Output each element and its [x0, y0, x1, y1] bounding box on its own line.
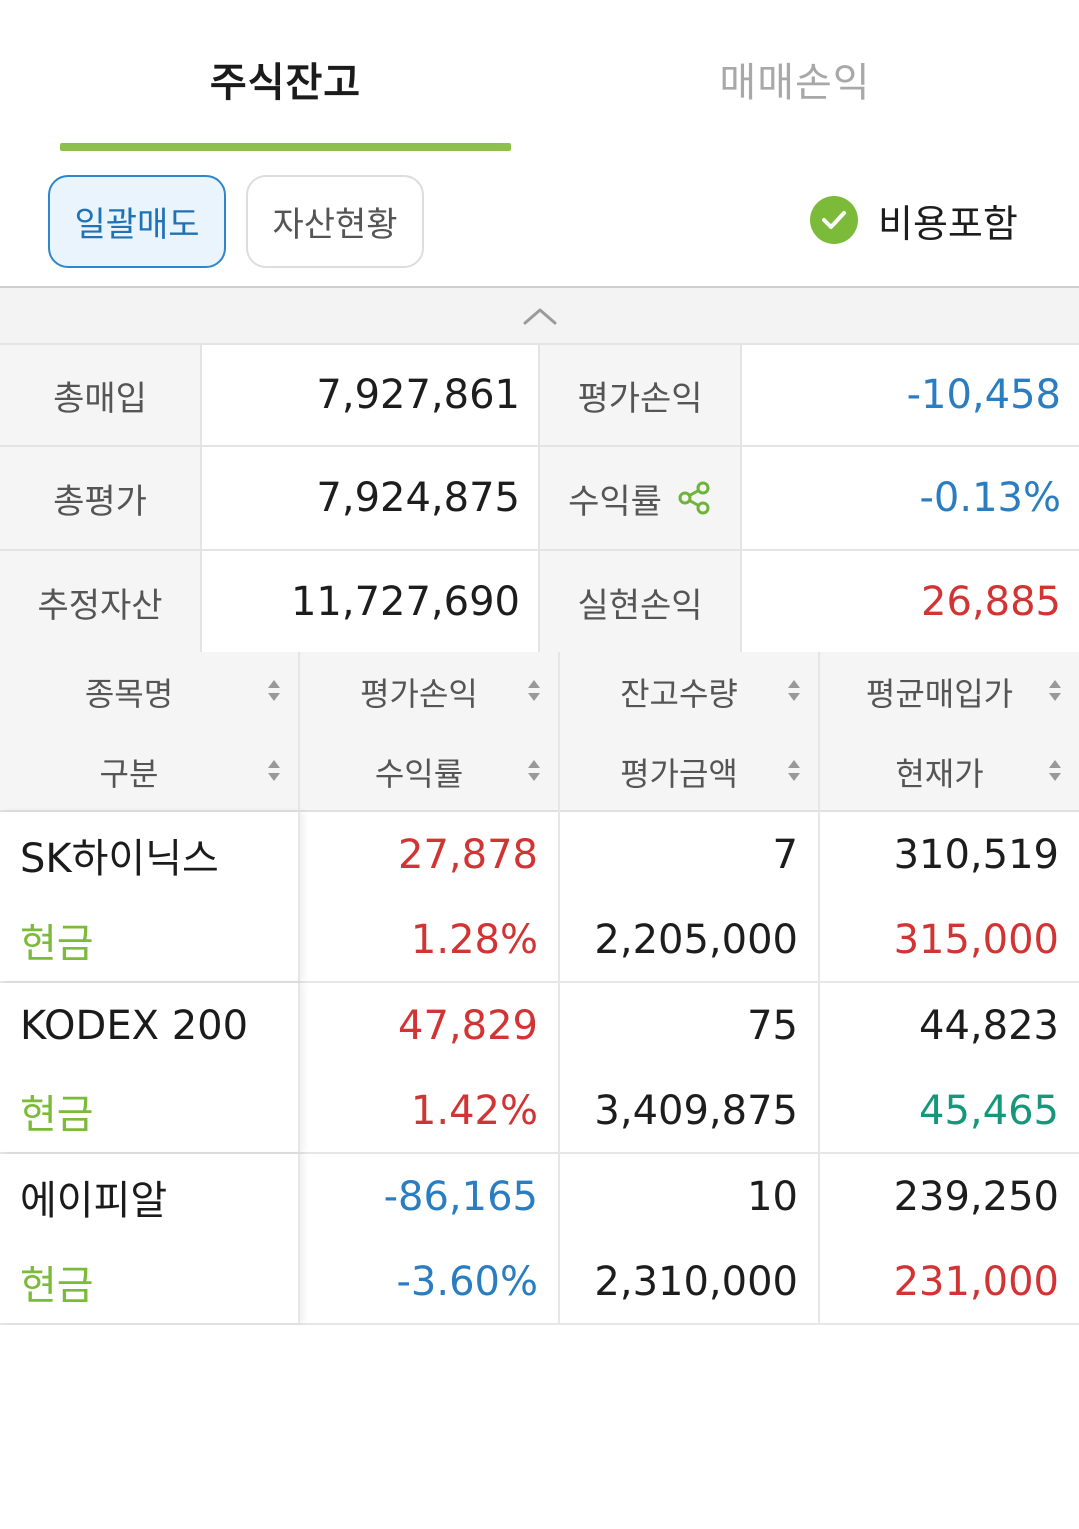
quantity: 10: [747, 1173, 798, 1220]
est-asset-label: 추정자산: [0, 551, 202, 653]
sort-cur-price-header[interactable]: 현재가: [820, 732, 1079, 812]
est-asset-value: 11,727,690: [202, 551, 540, 653]
return-label: 수익률: [568, 481, 662, 522]
stock-name[interactable]: 에이피알: [0, 1154, 298, 1239]
total-purchase-label: 총매입: [0, 345, 202, 445]
table-row[interactable]: SK하이닉스 현금 27,878 1.28% 7 2,205,000 310,5…: [0, 812, 1079, 983]
stock-name-cell: SK하이닉스 현금: [0, 812, 300, 981]
sort-icon: [528, 760, 540, 784]
share-icon[interactable]: [676, 480, 712, 516]
eval-pl-label: 평가손익: [540, 345, 742, 445]
eval-pl: -86,165: [383, 1173, 538, 1220]
quantity: 75: [747, 1002, 798, 1049]
sort-icon: [1049, 760, 1061, 784]
tab-trade-pl[interactable]: 매매손익: [570, 50, 1020, 120]
sort-return-header[interactable]: 수익률: [300, 732, 558, 812]
summary-row: 총평가 7,924,875 수익률 -0.13%: [0, 447, 1079, 551]
active-tab-indicator: [60, 143, 511, 151]
price-cell: 310,519 315,000: [820, 812, 1079, 981]
header-label: 잔고수량: [620, 675, 738, 713]
checkmark-icon: [810, 196, 858, 244]
return-label-cell: 수익률: [540, 447, 742, 549]
sort-icon: [788, 760, 800, 784]
holdings-table-header: 종목명 구분 평가손익 수익률 잔고수량 평가금액 평균매입가 현재가: [0, 652, 1079, 812]
sort-icon: [1049, 680, 1061, 704]
avg-price: 310,519: [893, 831, 1059, 878]
eval-amount: 3,409,875: [594, 1087, 798, 1134]
sort-name-header[interactable]: 종목명: [0, 652, 298, 732]
price-cell: 44,823 45,465: [820, 983, 1079, 1152]
stock-name[interactable]: SK하이닉스: [0, 812, 298, 897]
account-type: 현금: [20, 1091, 94, 1138]
total-purchase-value: 7,927,861: [202, 345, 540, 445]
header-label: 평균매입가: [865, 675, 1014, 713]
realized-pl-value: 26,885: [921, 579, 1061, 625]
return-rate: 1.42%: [410, 1087, 538, 1134]
sort-icon: [788, 680, 800, 704]
include-fee-label: 비용포함: [878, 201, 1018, 246]
chevron-up-icon: [523, 308, 556, 324]
qty-cell: 10 2,310,000: [560, 1154, 820, 1323]
eval-amount: 2,205,000: [594, 916, 798, 963]
current-price: 231,000: [893, 1258, 1059, 1305]
tab-stock-balance[interactable]: 주식잔고: [60, 50, 511, 120]
sort-icon: [268, 680, 280, 704]
asset-status-button[interactable]: 자산현황: [246, 175, 424, 268]
stock-name[interactable]: KODEX 200: [0, 983, 298, 1068]
eval-pl-value: -10,458: [906, 372, 1061, 418]
sort-qty-header[interactable]: 잔고수량: [560, 652, 818, 732]
eval-pl: 47,829: [398, 1002, 538, 1049]
header-col-qty: 잔고수량 평가금액: [560, 652, 820, 812]
sort-type-header[interactable]: 구분: [0, 732, 298, 812]
sort-avg-price-header[interactable]: 평균매입가: [820, 652, 1079, 732]
table-row[interactable]: KODEX 200 현금 47,829 1.42% 75 3,409,875 4…: [0, 983, 1079, 1154]
account-summary: 총매입 7,927,861 평가손익 -10,458 총평가 7,924,875…: [0, 343, 1079, 655]
avg-price: 44,823: [919, 1002, 1059, 1049]
return-value: -0.13%: [919, 475, 1061, 521]
summary-collapse-toggle[interactable]: [0, 286, 1079, 343]
tab-bar: 주식잔고 매매손익: [0, 0, 1079, 152]
header-label: 구분: [99, 755, 159, 793]
header-label: 평가금액: [620, 755, 738, 793]
qty-cell: 75 3,409,875: [560, 983, 820, 1152]
realized-pl-label: 실현손익: [540, 551, 742, 653]
stock-name-cell: KODEX 200 현금: [0, 983, 300, 1152]
current-price: 315,000: [893, 916, 1059, 963]
header-label: 종목명: [84, 675, 174, 713]
pl-cell: 27,878 1.28%: [300, 812, 560, 981]
header-col-name: 종목명 구분: [0, 652, 300, 812]
total-eval-value: 7,924,875: [202, 447, 540, 549]
pl-cell: 47,829 1.42%: [300, 983, 560, 1152]
header-label: 평가손익: [360, 675, 478, 713]
qty-cell: 7 2,205,000: [560, 812, 820, 981]
stock-name-cell: 에이피알 현금: [0, 1154, 300, 1323]
sort-eval-amount-header[interactable]: 평가금액: [560, 732, 818, 812]
pl-cell: -86,165 -3.60%: [300, 1154, 560, 1323]
quantity: 7: [772, 831, 798, 878]
avg-price: 239,250: [893, 1173, 1059, 1220]
summary-row: 추정자산 11,727,690 실현손익 26,885: [0, 551, 1079, 655]
header-label: 현재가: [895, 755, 984, 793]
total-eval-label: 총평가: [0, 447, 202, 549]
return-rate: 1.28%: [410, 916, 538, 963]
account-type: 현금: [20, 1262, 94, 1309]
account-type: 현금: [20, 920, 94, 967]
current-price: 45,465: [919, 1087, 1059, 1134]
table-row[interactable]: 에이피알 현금 -86,165 -3.60% 10 2,310,000 239,…: [0, 1154, 1079, 1325]
return-rate: -3.60%: [396, 1258, 538, 1305]
bulk-sell-button[interactable]: 일괄매도: [48, 175, 226, 268]
header-col-price: 평균매입가 현재가: [820, 652, 1079, 812]
holdings-table-body: SK하이닉스 현금 27,878 1.28% 7 2,205,000 310,5…: [0, 812, 1079, 1325]
sort-icon: [528, 680, 540, 704]
sort-icon: [268, 760, 280, 784]
header-label: 수익률: [374, 755, 464, 793]
eval-pl: 27,878: [398, 831, 538, 878]
summary-row: 총매입 7,927,861 평가손익 -10,458: [0, 343, 1079, 447]
include-fee-toggle[interactable]: 비용포함: [810, 190, 1018, 250]
sort-eval-pl-header[interactable]: 평가손익: [300, 652, 558, 732]
eval-amount: 2,310,000: [594, 1258, 798, 1305]
price-cell: 239,250 231,000: [820, 1154, 1079, 1323]
header-col-pl: 평가손익 수익률: [300, 652, 560, 812]
